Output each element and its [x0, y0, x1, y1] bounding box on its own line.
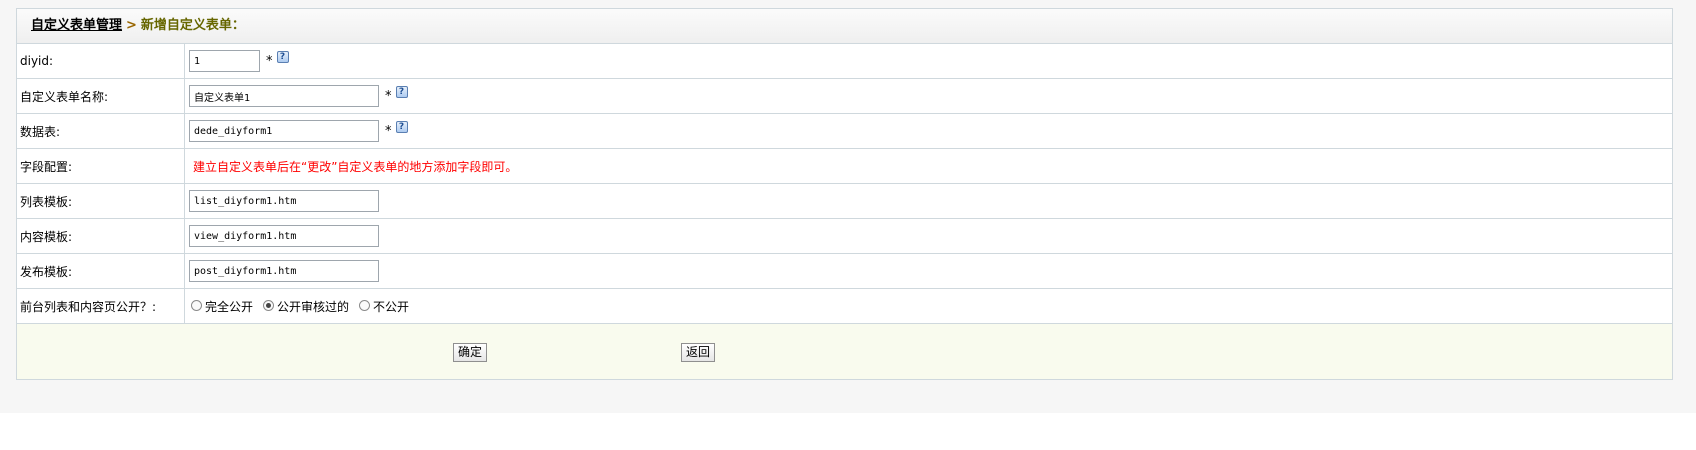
- public-radio-group: 完全公开 公开审核过的 不公开: [191, 298, 419, 315]
- form-row-fields: 字段配置: 建立自定义表单后在“更改”自定义表单的地方添加字段即可。: [17, 149, 1672, 184]
- form-row-content-template: 内容模板:: [17, 219, 1672, 254]
- list-template-label: 列表模板:: [17, 184, 185, 218]
- content-template-input[interactable]: [189, 225, 379, 247]
- back-button[interactable]: 返回: [681, 343, 716, 362]
- radio-public-all[interactable]: [191, 299, 202, 311]
- table-input[interactable]: [189, 120, 379, 142]
- help-icon[interactable]: ?: [395, 86, 408, 98]
- content-template-label: 内容模板:: [17, 219, 185, 253]
- breadcrumb-current: 新增自定义表单：: [140, 18, 245, 33]
- table-label: 数据表:: [17, 114, 185, 148]
- diyid-label: diyid:: [17, 44, 185, 78]
- form-row-table: 数据表: * ?: [17, 114, 1672, 149]
- required-marker: *: [385, 88, 392, 104]
- breadcrumb-parent-link[interactable]: 自定义表单管理: [31, 18, 122, 33]
- diyid-input[interactable]: [189, 50, 260, 72]
- radio-not-public-label[interactable]: 不公开: [373, 298, 409, 315]
- form-row-list-template: 列表模板:: [17, 184, 1672, 219]
- help-icon[interactable]: ?: [276, 51, 289, 63]
- form-footer: 确定 返回: [17, 324, 1672, 379]
- fields-label: 字段配置:: [17, 149, 185, 183]
- required-marker: *: [385, 123, 392, 139]
- form-name-input[interactable]: [189, 85, 379, 107]
- confirm-button[interactable]: 确定: [453, 343, 488, 362]
- fields-note: 建立自定义表单后在“更改”自定义表单的地方添加字段即可。: [193, 159, 518, 174]
- breadcrumb: 自定义表单管理 > 新增自定义表单：: [17, 9, 1672, 44]
- radio-public-all-label[interactable]: 完全公开: [205, 298, 253, 315]
- form-panel: 自定义表单管理 >新增自定义表单： diyid: * ? 自定义表单名称: * ?…: [16, 8, 1673, 380]
- post-template-label: 发布模板:: [17, 254, 185, 288]
- form-row-post-template: 发布模板:: [17, 254, 1672, 289]
- required-marker: *: [266, 53, 273, 69]
- radio-public-reviewed[interactable]: [263, 299, 275, 311]
- form-row-diyid: diyid: * ?: [17, 44, 1672, 79]
- breadcrumb-separator: >: [126, 18, 137, 33]
- list-template-input[interactable]: [189, 190, 379, 212]
- radio-public-reviewed-label[interactable]: 公开审核过的: [277, 298, 349, 315]
- form-row-name: 自定义表单名称: * ?: [17, 79, 1672, 114]
- post-template-input[interactable]: [189, 260, 379, 282]
- public-label: 前台列表和内容页公开？:: [17, 289, 185, 323]
- form-row-public: 前台列表和内容页公开？: 完全公开 公开审核过的 不公开: [17, 289, 1672, 324]
- radio-not-public[interactable]: [359, 299, 371, 311]
- form-name-label: 自定义表单名称:: [17, 79, 185, 113]
- help-icon[interactable]: ?: [395, 121, 408, 133]
